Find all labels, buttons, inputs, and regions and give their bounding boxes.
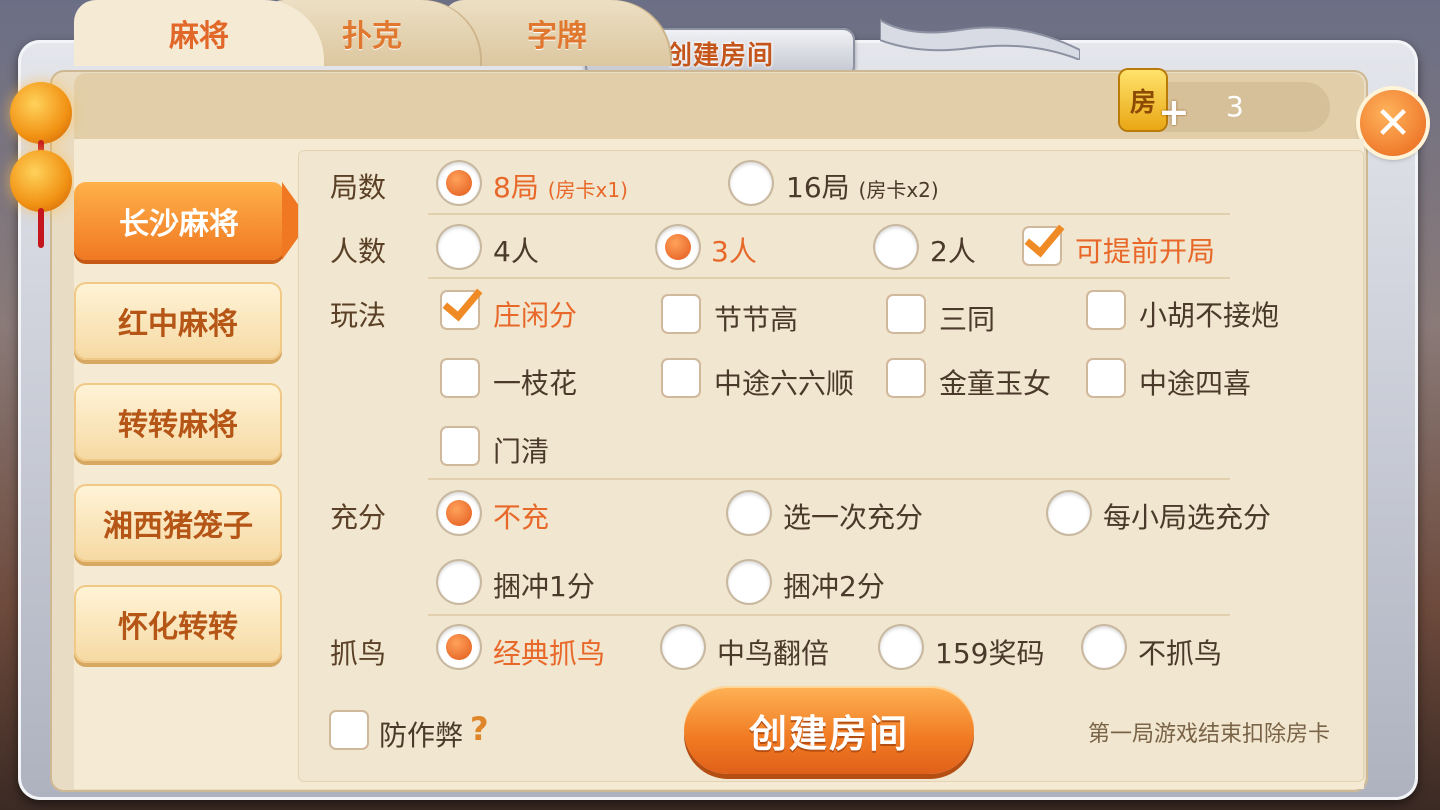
rule-sixi-label[interactable]: 中途四喜 bbox=[1139, 362, 1251, 402]
checkbox-anti-cheat[interactable] bbox=[331, 712, 367, 748]
radio-bird-double[interactable] bbox=[662, 626, 704, 668]
rule-liuliushun-label[interactable]: 中途六六顺 bbox=[714, 362, 854, 402]
early-start-label[interactable]: 可提前开局 bbox=[1075, 230, 1215, 270]
game-changsha-mahjong[interactable]: 长沙麻将 bbox=[74, 182, 284, 260]
bird-classic-label[interactable]: 经典抓鸟 bbox=[493, 632, 605, 672]
game-huaihua-zhuanzhuan[interactable]: 怀化转转 bbox=[74, 585, 282, 663]
radio-charge-none[interactable] bbox=[438, 492, 480, 534]
checkbox-yizhihua[interactable] bbox=[442, 360, 478, 396]
lantern-icon bbox=[10, 82, 72, 144]
charge-each-label[interactable]: 每小局选充分 bbox=[1103, 496, 1271, 536]
checkbox-santong[interactable] bbox=[888, 296, 924, 332]
radio-players-2[interactable] bbox=[875, 226, 917, 268]
room-card-count: 3 bbox=[1226, 90, 1244, 123]
divider bbox=[428, 614, 1230, 616]
radio-charge-each[interactable] bbox=[1048, 492, 1090, 534]
create-room-button[interactable]: 创建房间 bbox=[684, 686, 974, 774]
rounds-label: 局数 bbox=[330, 171, 387, 204]
charge-none-label[interactable]: 不充 bbox=[493, 496, 549, 536]
right-cloud-ornament bbox=[880, 18, 1080, 60]
checkbox-jintongyunv[interactable] bbox=[888, 360, 924, 396]
radio-charge-once[interactable] bbox=[728, 492, 770, 534]
rule-jiejiegao-label[interactable]: 节节高 bbox=[714, 298, 798, 338]
lantern-icon bbox=[10, 150, 72, 212]
anti-cheat-label[interactable]: 防作弊 bbox=[379, 714, 463, 754]
checkbox-sixi[interactable] bbox=[1088, 360, 1124, 396]
checkbox-jiejiegao[interactable] bbox=[663, 296, 699, 332]
checkbox-early-start[interactable] bbox=[1024, 228, 1060, 264]
close-button[interactable]: ✕ bbox=[1360, 90, 1426, 156]
bird-double-label[interactable]: 中鸟翻倍 bbox=[717, 632, 829, 672]
players-label: 人数 bbox=[330, 235, 387, 268]
radio-players-4[interactable] bbox=[438, 226, 480, 268]
checkbox-zhuangxian[interactable] bbox=[442, 292, 478, 328]
footer-note: 第一局游戏结束扣除房卡 bbox=[1088, 722, 1331, 747]
bird-label: 抓鸟 bbox=[330, 637, 387, 670]
players-2-label[interactable]: 2人 bbox=[930, 230, 976, 270]
rounds-16-option[interactable]: 16局 (房卡x2) bbox=[786, 166, 939, 206]
lantern-tassel bbox=[38, 208, 44, 248]
rule-zhuangxian-label[interactable]: 庄闲分 bbox=[493, 294, 577, 334]
divider bbox=[428, 478, 1230, 480]
checkbox-menqing[interactable] bbox=[442, 428, 478, 464]
game-zhuanzhuan-mahjong[interactable]: 转转麻将 bbox=[74, 383, 282, 461]
radio-bird-none[interactable] bbox=[1083, 626, 1125, 668]
dialog-title: 创建房间 bbox=[665, 40, 774, 71]
charge-once-label[interactable]: 选一次充分 bbox=[783, 496, 923, 536]
radio-rounds-8[interactable] bbox=[438, 162, 480, 204]
help-icon[interactable]: ? bbox=[470, 710, 489, 748]
add-card-icon[interactable]: + bbox=[1158, 90, 1190, 134]
rounds-16-label: 16局 bbox=[786, 171, 850, 204]
radio-charge-bind1[interactable] bbox=[438, 561, 480, 603]
players-3-label[interactable]: 3人 bbox=[711, 230, 757, 270]
rule-yizhihua-label[interactable]: 一枝花 bbox=[493, 362, 577, 402]
rule-jintongyunv-label[interactable]: 金童玉女 bbox=[939, 362, 1051, 402]
charge-bind2-label[interactable]: 捆冲2分 bbox=[783, 565, 885, 605]
bird-159-label[interactable]: 159奖码 bbox=[935, 632, 1044, 672]
radio-rounds-16[interactable] bbox=[730, 162, 772, 204]
rounds-8-option[interactable]: 8局 (房卡x1) bbox=[493, 166, 628, 206]
rule-xiaohu-label[interactable]: 小胡不接炮 bbox=[1139, 294, 1279, 334]
checkbox-liuliushun[interactable] bbox=[663, 360, 699, 396]
rule-menqing-label[interactable]: 门清 bbox=[493, 430, 549, 470]
rounds-16-note: (房卡x2) bbox=[858, 178, 939, 202]
rounds-8-label: 8局 bbox=[493, 171, 539, 204]
radio-charge-bind2[interactable] bbox=[728, 561, 770, 603]
radio-players-3[interactable] bbox=[657, 226, 699, 268]
divider bbox=[428, 213, 1230, 215]
radio-bird-159[interactable] bbox=[880, 626, 922, 668]
charge-label: 充分 bbox=[330, 501, 387, 534]
rule-santong-label[interactable]: 三同 bbox=[939, 298, 995, 338]
bird-none-label[interactable]: 不抓鸟 bbox=[1138, 632, 1222, 672]
rules-label: 玩法 bbox=[330, 299, 387, 332]
charge-bind1-label[interactable]: 捆冲1分 bbox=[493, 565, 595, 605]
divider bbox=[428, 277, 1230, 279]
radio-bird-classic[interactable] bbox=[438, 626, 480, 668]
checkbox-xiaohu[interactable] bbox=[1088, 292, 1124, 328]
game-hongzhong-mahjong[interactable]: 红中麻将 bbox=[74, 282, 282, 360]
game-xiangxi-zhulongzi[interactable]: 湘西猪笼子 bbox=[74, 484, 282, 562]
tab-mahjong[interactable]: 麻将 bbox=[74, 0, 324, 66]
players-4-label[interactable]: 4人 bbox=[493, 230, 539, 270]
rounds-8-note: (房卡x1) bbox=[547, 178, 628, 202]
